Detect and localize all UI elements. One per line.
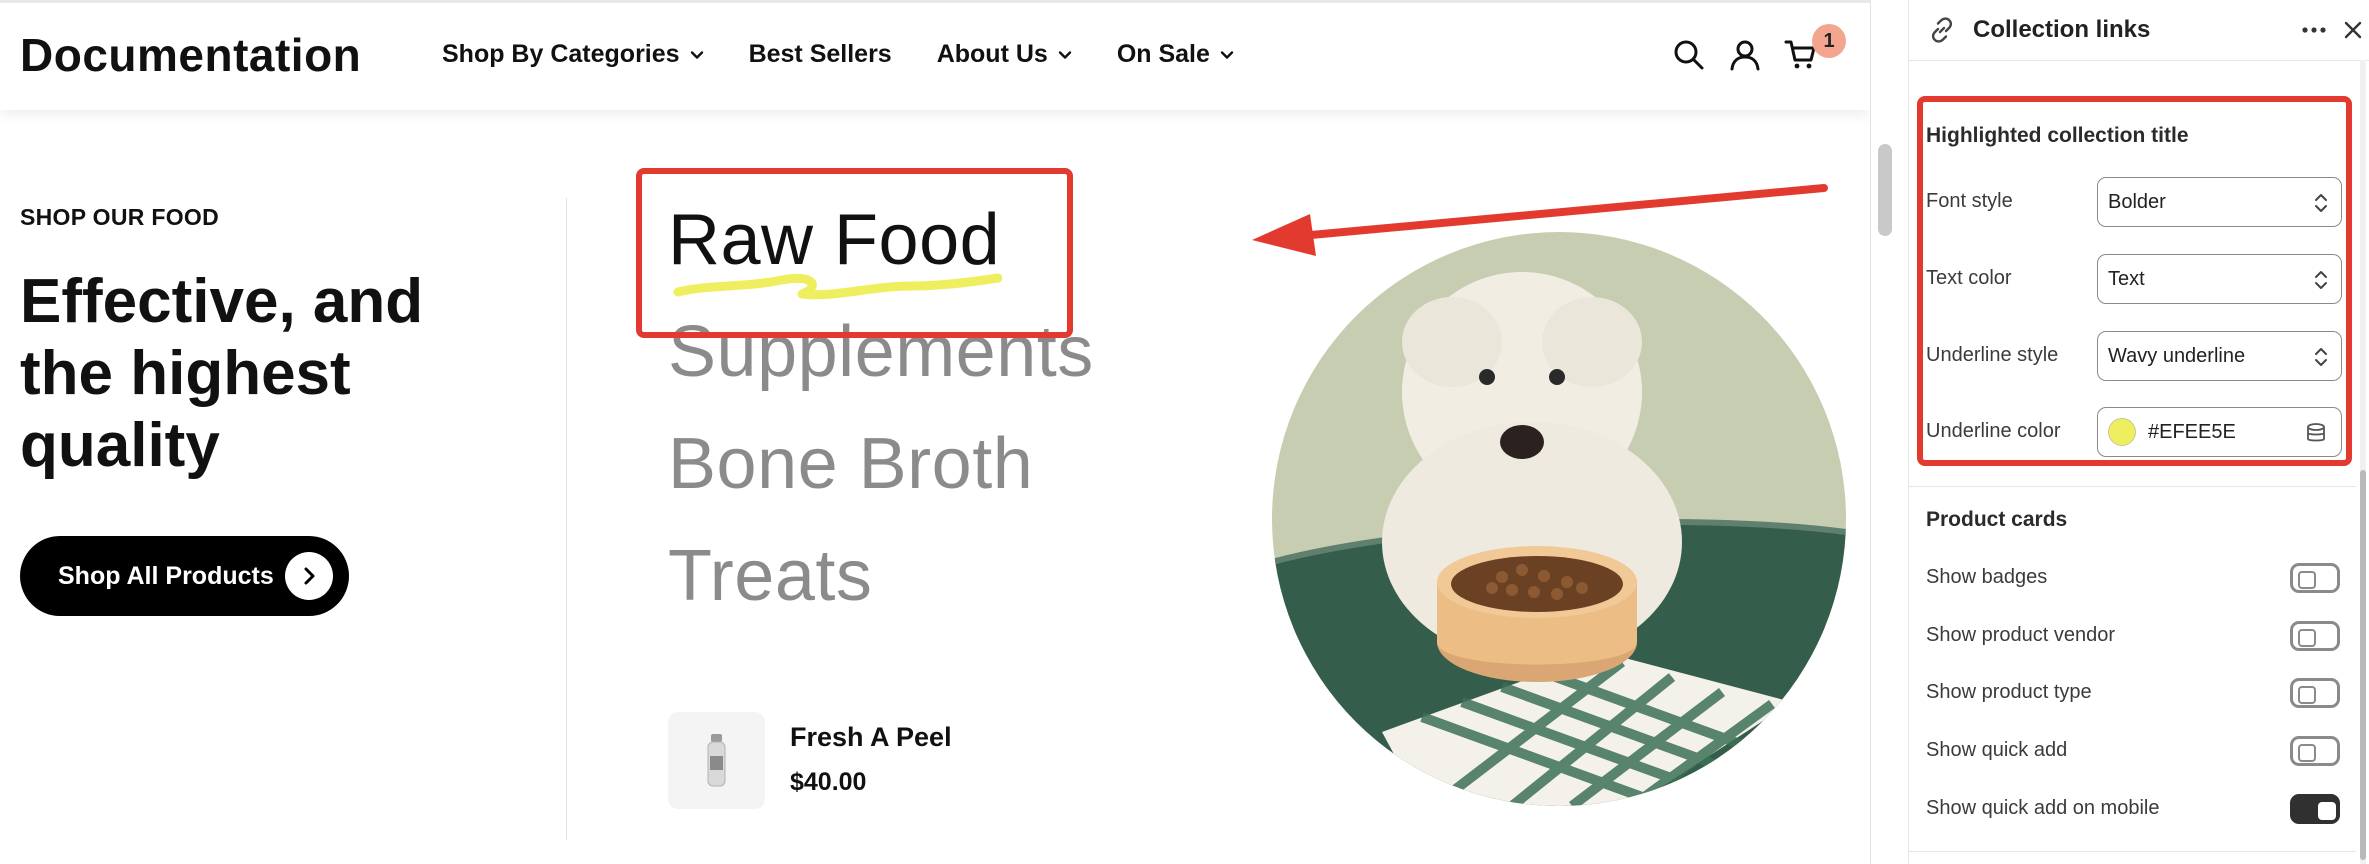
- product-price: $40.00: [790, 768, 867, 796]
- show-product-type-toggle[interactable]: [2290, 678, 2340, 708]
- section-eyebrow: SHOP OUR FOOD: [20, 204, 219, 230]
- panel-title: Collection links: [1973, 16, 2151, 43]
- show-product-vendor-label: Show product vendor: [1926, 624, 2116, 646]
- font-style-select[interactable]: Bolder: [2097, 177, 2342, 227]
- button-label: Shop All Products: [58, 561, 274, 590]
- nav-item-best-sellers[interactable]: Best Sellers: [749, 40, 892, 69]
- dynamic-source-icon[interactable]: [2305, 422, 2327, 444]
- underline-style-label: Underline style: [1926, 344, 2059, 366]
- nav-item-on-sale[interactable]: On Sale: [1117, 40, 1234, 69]
- dog-with-food-bowl-image: [1272, 232, 1846, 806]
- annotation-highlight-box: [636, 168, 1073, 338]
- select-updown-icon: [2315, 271, 2327, 289]
- chevron-down-icon: [690, 50, 703, 59]
- show-product-type-label: Show product type: [1926, 681, 2092, 703]
- shop-all-products-button[interactable]: Shop All Products: [20, 536, 349, 616]
- collection-link-treats[interactable]: Treats: [668, 536, 872, 616]
- nav-item-label: Best Sellers: [748, 40, 892, 68]
- cart-count-badge: 1: [1812, 24, 1846, 58]
- search-icon[interactable]: [1672, 38, 1706, 72]
- product-thumbnail[interactable]: [668, 712, 765, 809]
- site-header: Documentation Shop By Categories Best Se…: [0, 0, 1870, 110]
- annotation-arrow: [1252, 184, 1828, 256]
- more-options-icon[interactable]: [2301, 20, 2327, 40]
- nav-item-label: Shop By Categories: [442, 40, 680, 68]
- storefront-preview: Documentation Shop By Categories Best Se…: [0, 0, 1870, 864]
- show-badges-toggle[interactable]: [2290, 563, 2340, 593]
- show-badges-label: Show badges: [1926, 566, 2048, 588]
- product-cards-heading: Product cards: [1926, 508, 2068, 531]
- color-swatch[interactable]: [2108, 418, 2136, 446]
- show-product-vendor-toggle[interactable]: [2290, 621, 2340, 651]
- underline-style-value: Wavy underline: [2108, 344, 2246, 367]
- nav-item-label: On Sale: [1116, 40, 1210, 68]
- product-bottle-image: [707, 734, 726, 787]
- font-style-value: Bolder: [2108, 190, 2166, 213]
- underline-color-value: #EFEE5E: [2148, 420, 2236, 443]
- account-icon[interactable]: [1728, 38, 1762, 72]
- show-quick-add-toggle[interactable]: [2290, 736, 2340, 766]
- preview-top-border: [0, 0, 1870, 3]
- show-quick-add-on-mobile-toggle[interactable]: [2290, 794, 2340, 824]
- highlighted-collection-title-heading: Highlighted collection title: [1926, 124, 2189, 147]
- product-name[interactable]: Fresh A Peel: [790, 722, 952, 753]
- section-headline: Effective, and the highest quality: [20, 267, 424, 480]
- select-updown-icon: [2315, 194, 2327, 212]
- panel-scrollbar-thumb[interactable]: [2360, 470, 2366, 860]
- chevron-right-icon: [285, 552, 333, 600]
- show-quick-add-label: Show quick add: [1926, 739, 2068, 761]
- nav-item-about-us[interactable]: About Us: [937, 40, 1072, 69]
- nav-item-shop-by-categories[interactable]: Shop By Categories: [442, 40, 704, 69]
- text-color-label: Text color: [1926, 267, 2012, 289]
- text-color-select[interactable]: Text: [2097, 254, 2342, 304]
- preview-scroll-gutter: [1870, 0, 1912, 864]
- underline-color-label: Underline color: [1926, 420, 2061, 442]
- preview-scrollbar-thumb[interactable]: [1878, 144, 1892, 236]
- close-icon[interactable]: [2341, 18, 2365, 42]
- panel-header-divider: [1909, 60, 2369, 61]
- panel-section-divider: [1908, 486, 2356, 487]
- show-quick-add-on-mobile-label: Show quick add on mobile: [1926, 797, 2160, 819]
- chevron-down-icon: [1220, 50, 1234, 59]
- underline-color-picker[interactable]: #EFEE5E: [2097, 407, 2342, 457]
- panel-bottom-divider: [1908, 851, 2356, 852]
- collection-link-bone-broth[interactable]: Bone Broth: [668, 424, 1033, 504]
- link-icon: [1931, 17, 1953, 43]
- select-updown-icon: [2315, 348, 2327, 366]
- nav-item-label: About Us: [936, 40, 1048, 68]
- site-logo[interactable]: Documentation: [20, 28, 361, 82]
- chevron-down-icon: [1058, 50, 1072, 59]
- text-color-value: Text: [2108, 267, 2145, 290]
- font-style-label: Font style: [1926, 190, 2013, 212]
- underline-style-select[interactable]: Wavy underline: [2097, 331, 2342, 381]
- column-divider: [566, 198, 567, 840]
- main-nav: Shop By Categories Best Sellers About Us…: [442, 40, 1279, 69]
- panel-header: Collection links: [1909, 0, 2369, 60]
